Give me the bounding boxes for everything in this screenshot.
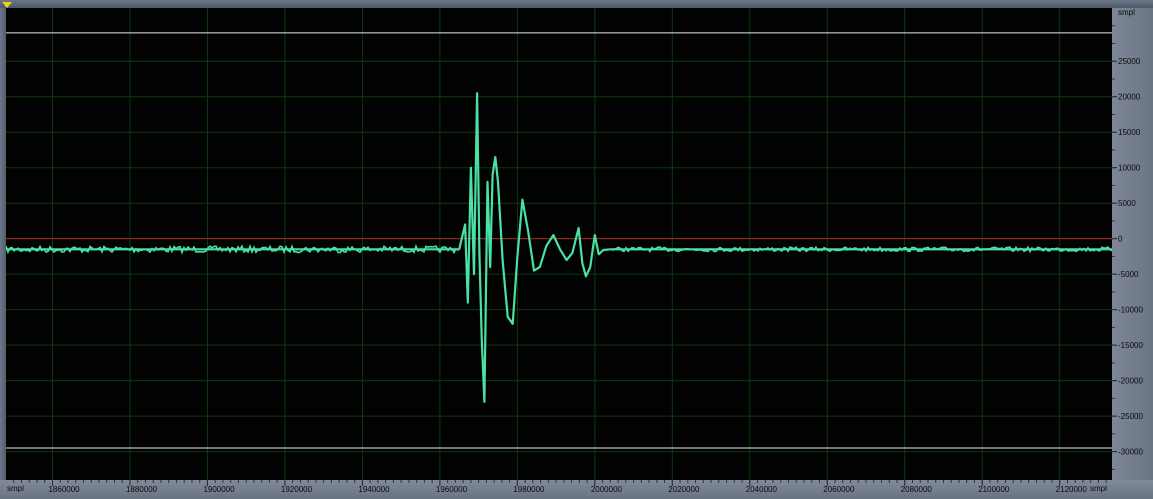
- y-tick-label: -20000: [1118, 377, 1143, 386]
- x-unit-label-right: smpl: [1090, 484, 1107, 493]
- y-tick-label: 15000: [1118, 128, 1141, 137]
- x-tick-label: 1860000: [48, 485, 80, 494]
- x-tick-label: 2040000: [746, 485, 778, 494]
- x-tick-label: 1920000: [281, 485, 313, 494]
- waveform-plot[interactable]: [6, 8, 1112, 480]
- x-tick-label: 2100000: [978, 485, 1010, 494]
- y-tick-label: -25000: [1118, 412, 1143, 421]
- y-tick-label: 25000: [1118, 57, 1141, 66]
- y-tick-label: 20000: [1118, 93, 1141, 102]
- time-ruler[interactable]: smpl smpl 1860000 1880000 1900000 1920000 19…: [0, 480, 1153, 499]
- x-tick-label: 2120000: [1056, 485, 1088, 494]
- x-tick-label: 2000000: [591, 485, 623, 494]
- y-tick-label: 0: [1118, 235, 1123, 244]
- top-ruler-bar: [0, 0, 1153, 8]
- x-tick-label: 1880000: [126, 485, 158, 494]
- y-unit-label: smpl: [1118, 8, 1135, 17]
- x-tick-label: 1960000: [436, 485, 468, 494]
- y-tick-label: 5000: [1118, 199, 1136, 208]
- time-ticks: 1860000 1880000 1900000 1920000 1940000 19600…: [13, 480, 1107, 494]
- amplitude-ticks: 25000 20000 15000 10000 5000 0 -5000 -10000 -150…: [1112, 25, 1143, 470]
- waveform-canvas[interactable]: [6, 8, 1112, 480]
- x-tick-label: 2060000: [823, 485, 855, 494]
- x-tick-label: 1900000: [203, 485, 235, 494]
- y-tick-label: -15000: [1118, 341, 1143, 350]
- x-tick-label: 2020000: [668, 485, 700, 494]
- amplitude-ruler[interactable]: smpl 25000 20000 15000 10000 5000 0 -5000 -1000…: [1112, 8, 1153, 480]
- x-tick-label: 1980000: [513, 485, 545, 494]
- y-tick-label: -10000: [1118, 306, 1143, 315]
- x-tick-label: 2080000: [901, 485, 933, 494]
- y-tick-label: 10000: [1118, 164, 1141, 173]
- y-tick-label: -30000: [1118, 448, 1143, 457]
- x-unit-label-left: smpl: [7, 484, 24, 493]
- x-tick-label: 1940000: [358, 485, 390, 494]
- y-tick-label: -5000: [1118, 270, 1139, 279]
